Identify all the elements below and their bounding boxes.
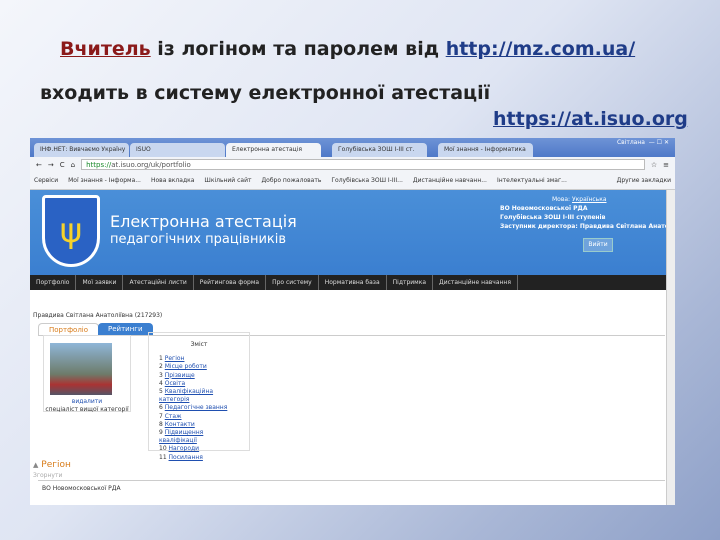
main-nav: Портфоліо Мої заявки Атестаційні листи Р… bbox=[30, 275, 675, 290]
toc-item[interactable]: Нагороди bbox=[169, 445, 200, 452]
star-icon[interactable]: ☆ bbox=[651, 161, 657, 169]
url-scheme: https:// bbox=[86, 161, 112, 169]
nav-rating-form[interactable]: Рейтингова форма bbox=[194, 275, 267, 290]
logout-button[interactable]: Вийти bbox=[583, 238, 613, 252]
toc-item[interactable]: Контакти bbox=[165, 421, 195, 428]
bookmark[interactable]: Шкільний сайт bbox=[204, 177, 251, 184]
toc-item[interactable]: Педагогічне звання bbox=[165, 404, 228, 411]
site-header: ψ Електронна атестація педагогічних прац… bbox=[30, 190, 675, 275]
toc-item[interactable]: Регіон bbox=[165, 355, 185, 362]
site-title: Електронна атестація bbox=[110, 212, 297, 231]
toc-item[interactable]: Освіта bbox=[165, 380, 185, 387]
person-name: Правдива Світлана Анатоліївна (217293) bbox=[33, 312, 163, 319]
nav-portfolio[interactable]: Портфоліо bbox=[30, 275, 77, 290]
toc-item[interactable]: Посилання bbox=[169, 454, 203, 461]
bookmark[interactable]: Мої знання - Інформа... bbox=[68, 177, 141, 184]
table-of-contents: Зміст 1 Регіон 2 Місце роботи 3 Прізвище… bbox=[148, 332, 250, 461]
tab-portfolio[interactable]: Портфоліо bbox=[38, 323, 100, 335]
toc-item[interactable]: Кваліфікаційна категорія bbox=[159, 388, 213, 403]
scrollbar[interactable] bbox=[666, 190, 675, 505]
trident-coat-of-arms-icon: ψ bbox=[42, 195, 100, 267]
org-2: Голубівська ЗОШ І-ІІІ ступенів bbox=[500, 214, 606, 221]
bookmark[interactable]: Другие закладки bbox=[617, 177, 671, 184]
nav-distance-learning[interactable]: Дистанційне навчання bbox=[433, 275, 518, 290]
lang-label: Мова: bbox=[552, 196, 571, 203]
browser-screenshot: ІНФ.НЕТ: Вивчаємо Україну ISUO Електронн… bbox=[30, 138, 675, 505]
nav-my-applications[interactable]: Мої заявки bbox=[76, 275, 124, 290]
profile-photo bbox=[50, 343, 112, 395]
user-name: Світлана bbox=[616, 139, 645, 146]
bookmark[interactable]: Голубівська ЗОШ І-ІІІ... bbox=[331, 177, 403, 184]
page-content: Правдива Світлана Анатоліївна (217293) П… bbox=[30, 290, 675, 505]
bookmark[interactable]: Сервіси bbox=[34, 177, 58, 184]
slide-text: із логіном та паролем від bbox=[150, 38, 446, 60]
section-title: Регіон bbox=[41, 460, 71, 470]
url-input[interactable]: https://at.isuo.org/uk/portfolio bbox=[81, 159, 645, 170]
section-region[interactable]: ▲ Регіон bbox=[33, 460, 71, 470]
user-role: Заступник директора: Правдива Світлана А… bbox=[500, 223, 675, 230]
tab-bar: ІНФ.НЕТ: Вивчаємо Україну ISUO Електронн… bbox=[30, 138, 675, 157]
browser-tab[interactable]: ІНФ.НЕТ: Вивчаємо Україну bbox=[34, 143, 129, 157]
nav-about[interactable]: Про систему bbox=[266, 275, 319, 290]
toc-item[interactable]: Місце роботи bbox=[165, 363, 207, 370]
mz-link[interactable]: http://mz.com.ua/ bbox=[446, 38, 635, 60]
back-icon[interactable]: ← bbox=[36, 161, 42, 169]
org-1: ВО Новомосковської РДА bbox=[500, 205, 588, 212]
lang-select[interactable]: Українська bbox=[572, 196, 607, 203]
toc-title: Зміст bbox=[190, 341, 208, 348]
bookmark[interactable]: Добро пожаловать bbox=[261, 177, 321, 184]
site-subtitle: педагогічних працівників bbox=[110, 232, 287, 247]
teacher-word: Вчитель bbox=[60, 38, 151, 60]
region-value: ВО Новомосковської РДА bbox=[42, 485, 121, 492]
bookmark[interactable]: Дистанційне навчанн... bbox=[413, 177, 487, 184]
reload-icon[interactable]: C bbox=[60, 161, 65, 169]
nav-attestation-sheets[interactable]: Атестаційні листи bbox=[123, 275, 194, 290]
collapse-link[interactable]: Згорнути bbox=[33, 472, 62, 479]
window-controls[interactable]: Світлана — ☐ ✕ bbox=[617, 139, 669, 146]
tab-ratings[interactable]: Рейтинги bbox=[98, 323, 153, 335]
delete-photo-link[interactable]: видалити bbox=[43, 398, 131, 406]
bookmark[interactable]: Нова вкладка bbox=[151, 177, 194, 184]
toc-item[interactable]: Прізвище bbox=[165, 372, 195, 379]
bookmark[interactable]: Інтелектуальні змаг... bbox=[497, 177, 567, 184]
address-bar-row: ← → C ⌂ https://at.isuo.org/uk/portfolio ☆ ≡ bbox=[30, 157, 675, 172]
slide-line-1: Вчитель із логіном та паролем від http:/… bbox=[60, 38, 635, 60]
toc-item[interactable]: Підвищення кваліфікації bbox=[159, 429, 203, 444]
forward-icon[interactable]: → bbox=[48, 161, 54, 169]
isuo-link[interactable]: https://at.isuo.org bbox=[493, 108, 688, 130]
toc-item[interactable]: Стаж bbox=[165, 413, 182, 420]
browser-tab[interactable]: ISUO bbox=[130, 143, 225, 157]
category-caption: спеціаліст вищої категорії bbox=[45, 406, 129, 413]
url-path: at.isuo.org/uk/portfolio bbox=[111, 161, 191, 169]
browser-tab[interactable]: Мої знання - Інформатика bbox=[438, 143, 533, 157]
slide-line-2: входить в систему електронної атестації bbox=[40, 82, 491, 104]
nav-support[interactable]: Підтримка bbox=[387, 275, 433, 290]
home-icon[interactable]: ⌂ bbox=[71, 161, 75, 169]
collapse-arrow-icon: ▲ bbox=[33, 461, 39, 469]
nav-regulations[interactable]: Нормативна база bbox=[319, 275, 387, 290]
browser-tab-active[interactable]: Електронна атестація bbox=[226, 143, 321, 157]
browser-tab[interactable]: Голубівська ЗОШ І-ІІІ ст. bbox=[332, 143, 427, 157]
user-info: Мова: Українська ВО Новомосковської РДА … bbox=[500, 195, 675, 231]
bookmarks-bar: Сервіси Мої знання - Інформа... Нова вкл… bbox=[30, 172, 675, 190]
menu-icon[interactable]: ≡ bbox=[663, 161, 669, 169]
